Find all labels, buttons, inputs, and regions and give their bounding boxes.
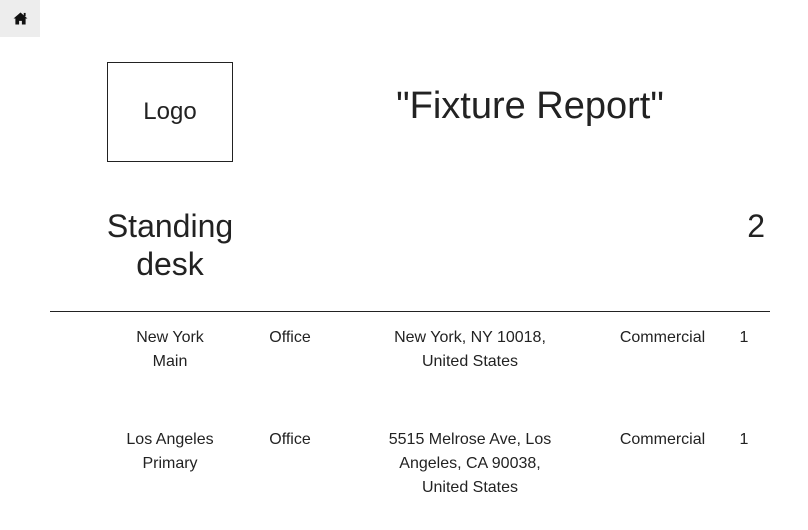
type-cell: Office (269, 329, 311, 346)
location-cell: New York Main (136, 329, 204, 370)
quantity-cell: 1 (739, 329, 749, 346)
home-button[interactable] (0, 0, 40, 37)
divider (50, 311, 770, 312)
logo-placeholder: Logo (107, 62, 233, 162)
report-title: "Fixture Report" (396, 85, 664, 127)
type-cell: Office (269, 431, 311, 448)
quantity-cell: 1 (739, 431, 749, 448)
fixture-list: New York Main Office New York, NY 10018,… (0, 326, 808, 530)
location-cell: Los Angeles Primary (126, 431, 214, 472)
address-cell: New York, NY 10018, United States (394, 329, 546, 370)
category-cell: Commercial (619, 329, 706, 346)
address-cell: 5515 Melrose Ave, Los Angeles, CA 90038,… (388, 431, 552, 496)
item-count: 2 (747, 208, 765, 244)
table-row: New York Main Office New York, NY 10018,… (0, 326, 808, 428)
table-row: Los Angeles Primary Office 5515 Melrose … (0, 428, 808, 530)
item-name: Standing desk (106, 208, 234, 282)
home-icon (13, 12, 27, 25)
category-cell: Commercial (619, 431, 706, 448)
logo-text: Logo (143, 98, 197, 125)
